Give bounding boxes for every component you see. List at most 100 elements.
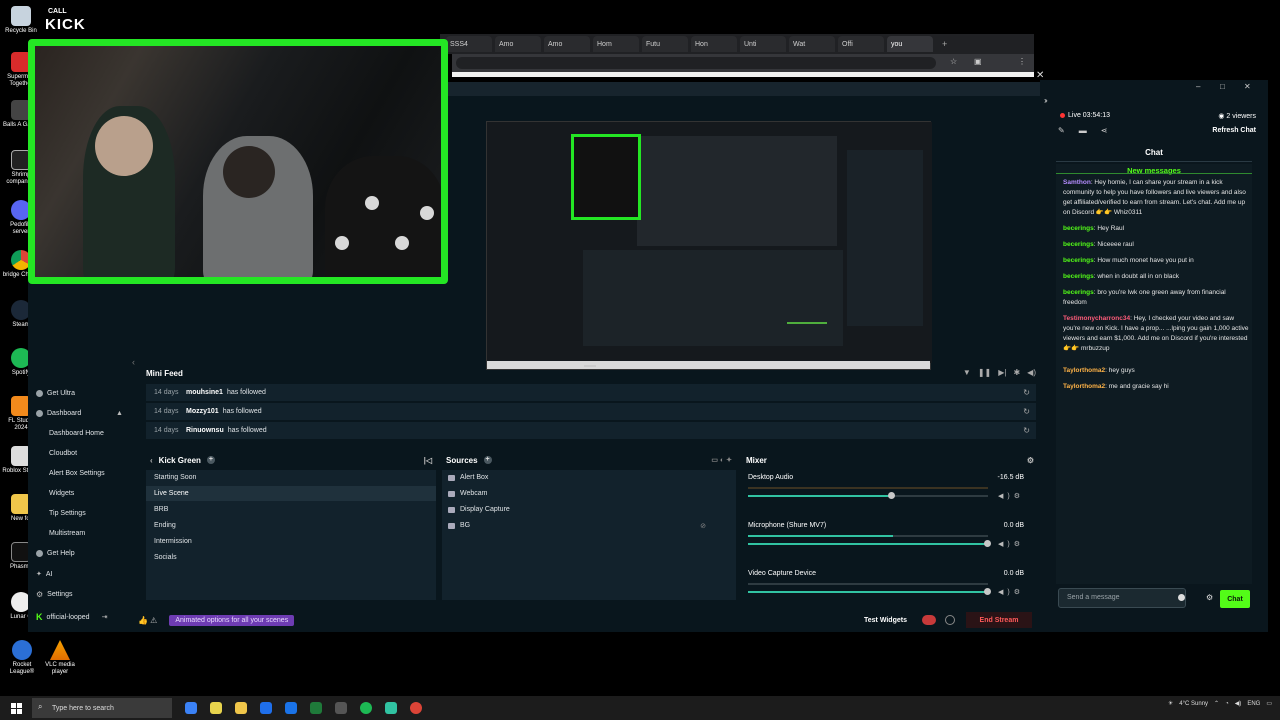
windows-start-icon[interactable] <box>6 698 26 718</box>
chat-username[interactable]: Testimonycharronc34 <box>1063 315 1130 322</box>
filter-icon[interactable]: ▼ <box>963 368 971 377</box>
clapper-icon[interactable]: ▬ <box>1079 126 1087 135</box>
volume-knob[interactable] <box>984 540 991 547</box>
browser-tab[interactable]: Offi <box>838 36 884 52</box>
spotify-icon[interactable] <box>360 702 372 714</box>
desktop-icon-vlc[interactable]: VLC media player <box>42 640 78 676</box>
sidebar-item-tip-settings[interactable]: Tip Settings <box>49 510 86 517</box>
scene-item[interactable]: Starting Soon <box>146 470 436 485</box>
volume-knob[interactable] <box>888 492 895 499</box>
chat-username[interactable]: becerings <box>1063 241 1094 248</box>
sidebar-item-alert-box-settings[interactable]: Alert Box Settings <box>49 470 105 477</box>
hidden-icon[interactable]: ⊘ <box>700 522 706 530</box>
volume-slider[interactable] <box>748 492 988 499</box>
taskbar-search[interactable]: ⌕ Type here to search <box>32 698 172 718</box>
volume-slider[interactable] <box>748 540 991 547</box>
pause-icon[interactable]: ❚❚ <box>978 368 991 377</box>
send-chat-button[interactable]: Chat <box>1220 590 1250 608</box>
sidebar-item-settings[interactable]: ⚙ Settings <box>36 590 72 599</box>
edge-icon[interactable] <box>185 702 197 714</box>
stream-preview[interactable] <box>486 121 932 370</box>
chrome-active-icon[interactable] <box>410 702 422 714</box>
add-scene-icon[interactable]: + <box>206 456 215 464</box>
scene-transition-icon[interactable]: |◁ <box>424 456 432 465</box>
chrome-icon[interactable] <box>210 702 222 714</box>
chat-username[interactable]: becerings <box>1063 289 1094 296</box>
scene-item[interactable]: Socials <box>146 550 436 565</box>
mute-icon[interactable]: ◀)⚙ <box>998 588 1024 596</box>
minimize-icon[interactable]: – <box>1196 82 1200 91</box>
browser-tab-active[interactable]: you <box>887 36 933 52</box>
desktop-icon-recycle-bin[interactable]: Recycle Bin <box>2 6 40 35</box>
browser-tab[interactable]: Amo <box>495 36 541 52</box>
chevron-up-icon[interactable]: ▲ <box>116 410 123 417</box>
browser-tab[interactable]: Hom <box>593 36 639 52</box>
source-tools-icon[interactable]: ▭ ◐ ✦ <box>711 456 732 464</box>
chat-username[interactable]: becerings <box>1063 225 1094 232</box>
browser-tab[interactable]: SSS4 <box>446 36 492 52</box>
sidebar-item-ai[interactable]: ✦ AI <box>36 570 53 579</box>
sidebar-item-widgets[interactable]: Widgets <box>49 490 74 497</box>
chat-username[interactable]: Taylorthoma2 <box>1063 383 1105 390</box>
replay-icon[interactable]: ↻ <box>1023 407 1030 416</box>
mixer-settings-icon[interactable]: ⚙ <box>1027 456 1034 465</box>
add-source-icon[interactable]: + <box>483 456 492 464</box>
thumbs-up-icon[interactable]: 👍 ⚠ <box>138 616 157 625</box>
replay-icon[interactable]: ↻ <box>1023 388 1030 397</box>
end-stream-button[interactable]: End Stream <box>966 612 1032 628</box>
mute-icon[interactable]: ◀)⚙ <box>998 492 1024 500</box>
lang-indicator[interactable]: ENG <box>1247 701 1260 707</box>
collection-chevron-icon[interactable]: ‹ <box>150 456 153 465</box>
scene-item[interactable]: BRB <box>146 502 436 517</box>
browser-tab[interactable]: Unti <box>740 36 786 52</box>
browser-tab[interactable]: Futu <box>642 36 688 52</box>
sidebar-item-dashboard[interactable]: Dashboard <box>36 410 81 417</box>
network-icon[interactable]: ◔ <box>1225 701 1229 707</box>
store-icon[interactable] <box>260 702 272 714</box>
mail-icon[interactable] <box>285 702 297 714</box>
logout-icon[interactable]: ⇥ <box>102 613 108 621</box>
chat-input[interactable]: Send a message <box>1058 588 1186 608</box>
source-item[interactable]: Alert Box <box>442 470 736 485</box>
maximize-icon[interactable]: □ <box>1220 82 1225 91</box>
scene-item[interactable]: Intermission <box>146 534 436 549</box>
volume-slider[interactable] <box>748 588 991 595</box>
record-button[interactable] <box>922 615 936 625</box>
sidebar-item-get-help[interactable]: Get Help <box>36 550 75 557</box>
streamlabs-icon[interactable] <box>385 702 397 714</box>
extensions-icon[interactable]: ▣ <box>974 57 982 66</box>
replay-buffer-button[interactable] <box>945 615 955 625</box>
browser-menu-icon[interactable]: ⋮ <box>1018 57 1026 66</box>
browser-tab[interactable]: Wat <box>789 36 835 52</box>
scene-collection-title[interactable]: Kick Green <box>159 456 201 465</box>
volume-icon[interactable]: ◀) <box>1235 700 1242 707</box>
animated-scenes-banner[interactable]: Animated options for all your scenes <box>169 614 295 626</box>
sidebar-item-cloudbot[interactable]: Cloudbot <box>49 450 77 457</box>
obs-icon[interactable] <box>335 702 347 714</box>
scene-item[interactable]: Ending <box>146 518 436 533</box>
chat-settings-icon[interactable]: ⚙ <box>1206 593 1213 602</box>
sidebar-item-dashboard-home[interactable]: Dashboard Home <box>49 430 104 437</box>
chat-username[interactable]: Samthon <box>1063 179 1091 186</box>
desktop-icon-rocket-league[interactable]: Rocket League® <box>2 640 42 676</box>
sidebar-account[interactable]: Kofficial-looped ⇥ <box>36 612 107 622</box>
source-item[interactable]: BG ⊘ <box>442 518 736 533</box>
tray-chevron-icon[interactable]: ⌃ <box>1214 700 1219 707</box>
settings-icon[interactable]: ✱ <box>1013 368 1020 377</box>
source-item[interactable]: Display Capture <box>442 502 736 517</box>
close-icon[interactable]: ✕ <box>1244 82 1251 91</box>
pencil-icon[interactable]: ✎ <box>1058 126 1065 135</box>
weather-text[interactable]: 4°C Sunny <box>1179 701 1208 707</box>
mute-icon[interactable]: ◀)⚙ <box>998 540 1024 548</box>
replay-icon[interactable]: ↻ <box>1023 426 1030 435</box>
chat-username[interactable]: becerings <box>1063 257 1094 264</box>
scene-item-active[interactable]: Live Scene <box>146 486 436 501</box>
source-item[interactable]: Webcam <box>442 486 736 501</box>
emoji-icon[interactable] <box>1178 594 1185 601</box>
excel-icon[interactable] <box>310 702 322 714</box>
sidebar-item-get-ultra[interactable]: Get Ultra <box>36 390 75 397</box>
refresh-chat-button[interactable]: Refresh Chat <box>1212 127 1256 134</box>
chevron-right-icon[interactable]: › <box>1045 96 1048 105</box>
address-field[interactable] <box>456 57 936 69</box>
share-icon[interactable]: ⋖ <box>1101 126 1108 135</box>
